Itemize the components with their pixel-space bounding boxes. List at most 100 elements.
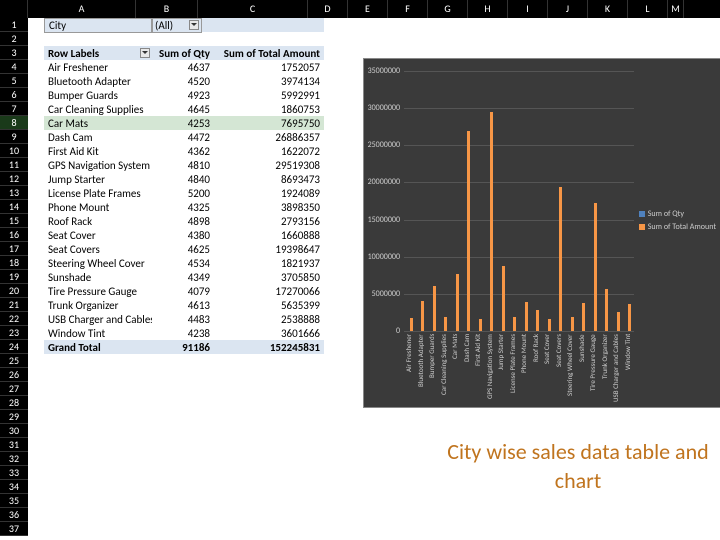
row-header-24[interactable]: 24 bbox=[0, 340, 28, 354]
bar-group bbox=[496, 266, 508, 331]
pivot-data-row[interactable]: Phone Mount43253898350 bbox=[44, 200, 324, 214]
column-header-I[interactable]: I bbox=[508, 0, 548, 18]
row-header-6[interactable]: 6 bbox=[0, 88, 28, 102]
row-header-18[interactable]: 18 bbox=[0, 256, 28, 270]
row-header-25[interactable]: 25 bbox=[0, 354, 28, 368]
row-label: Seat Covers bbox=[44, 243, 152, 256]
row-header-3[interactable]: 3 bbox=[0, 46, 28, 60]
column-header-B[interactable]: B bbox=[136, 0, 198, 18]
row-label: Roof Rack bbox=[44, 215, 152, 228]
row-header-8[interactable]: 8 bbox=[0, 116, 28, 130]
select-all-corner[interactable] bbox=[0, 0, 28, 18]
row-header-2[interactable]: 2 bbox=[0, 32, 28, 46]
pivot-data-row[interactable]: Jump Starter48408693473 bbox=[44, 172, 324, 186]
row-header-15[interactable]: 15 bbox=[0, 214, 28, 228]
row-amt: 2538888 bbox=[214, 313, 324, 326]
row-header-20[interactable]: 20 bbox=[0, 284, 28, 298]
row-header-9[interactable]: 9 bbox=[0, 130, 28, 144]
row-header-29[interactable]: 29 bbox=[0, 410, 28, 424]
column-header-J[interactable]: J bbox=[548, 0, 588, 18]
x-tick-label: Bumper Guards bbox=[427, 334, 439, 404]
pivot-table[interactable]: City (All) Row Labels Sum of Qty Sum of … bbox=[44, 18, 324, 354]
pivot-data-row[interactable]: Air Freshener46371752057 bbox=[44, 60, 324, 74]
row-header-34[interactable]: 34 bbox=[0, 480, 28, 494]
row-header-27[interactable]: 27 bbox=[0, 382, 28, 396]
column-header-F[interactable]: F bbox=[388, 0, 428, 18]
pivot-data-row[interactable]: Sunshade43493705850 bbox=[44, 270, 324, 284]
row-label: GPS Navigation System bbox=[44, 159, 152, 172]
column-header-L[interactable]: L bbox=[628, 0, 668, 18]
column-header-A[interactable]: A bbox=[28, 0, 136, 18]
column-header-M[interactable]: M bbox=[668, 0, 684, 18]
row-label: Window Tint bbox=[44, 327, 152, 340]
column-header-G[interactable]: G bbox=[428, 0, 468, 18]
bar-group bbox=[600, 289, 612, 331]
row-header-16[interactable]: 16 bbox=[0, 228, 28, 242]
row-headers[interactable]: 1234567891011121314151617181920212223242… bbox=[0, 18, 28, 536]
pivot-data-row[interactable]: Window Tint42383601666 bbox=[44, 326, 324, 340]
row-header-4[interactable]: 4 bbox=[0, 60, 28, 74]
row-header-31[interactable]: 31 bbox=[0, 438, 28, 452]
pivot-data-row[interactable]: Seat Cover43801660888 bbox=[44, 228, 324, 242]
row-header-12[interactable]: 12 bbox=[0, 172, 28, 186]
row-qty: 4362 bbox=[152, 145, 214, 158]
row-header-14[interactable]: 14 bbox=[0, 200, 28, 214]
column-headers[interactable]: ABCDEFGHIJKLM bbox=[0, 0, 720, 18]
row-header-21[interactable]: 21 bbox=[0, 298, 28, 312]
row-header-32[interactable]: 32 bbox=[0, 452, 28, 466]
pivot-data-row[interactable]: Roof Rack48982793156 bbox=[44, 214, 324, 228]
x-tick-label: Steering Wheel Cover bbox=[565, 334, 577, 404]
pivot-data-row[interactable]: Bluetooth Adapter45203974134 bbox=[44, 74, 324, 88]
row-header-11[interactable]: 11 bbox=[0, 158, 28, 172]
row-header-30[interactable]: 30 bbox=[0, 424, 28, 438]
pivot-filter-row[interactable]: City (All) bbox=[44, 18, 324, 32]
row-label: USB Charger and Cables bbox=[44, 313, 152, 326]
row-header-13[interactable]: 13 bbox=[0, 186, 28, 200]
column-header-H[interactable]: H bbox=[468, 0, 508, 18]
worksheet-area[interactable]: City (All) Row Labels Sum of Qty Sum of … bbox=[28, 18, 720, 540]
x-tick-label: Window Tint bbox=[623, 334, 635, 404]
pivot-data-row[interactable]: Steering Wheel Cover45341821937 bbox=[44, 256, 324, 270]
pivot-data-row[interactable]: Trunk Organizer46135635399 bbox=[44, 298, 324, 312]
pivot-data-row[interactable]: GPS Navigation System481029519308 bbox=[44, 158, 324, 172]
row-header-33[interactable]: 33 bbox=[0, 466, 28, 480]
row-amt: 17270066 bbox=[214, 285, 324, 298]
row-header-37[interactable]: 37 bbox=[0, 522, 28, 536]
filter-value-dropdown[interactable]: (All) bbox=[152, 18, 202, 33]
chevron-down-icon[interactable] bbox=[140, 48, 150, 58]
row-header-7[interactable]: 7 bbox=[0, 102, 28, 116]
pivot-data-row[interactable]: Car Cleaning Supplies46451860753 bbox=[44, 102, 324, 116]
x-tick-label: GPS Navigation System bbox=[485, 334, 497, 404]
x-tick-label: Seat Covers bbox=[554, 334, 566, 404]
pivot-data-row[interactable]: Tire Pressure Gauge407917270066 bbox=[44, 284, 324, 298]
x-tick-label: Phone Mount bbox=[519, 334, 531, 404]
row-header-26[interactable]: 26 bbox=[0, 368, 28, 382]
row-header-5[interactable]: 5 bbox=[0, 74, 28, 88]
pivot-data-row[interactable]: Bumper Guards49235992991 bbox=[44, 88, 324, 102]
legend-swatch-qty bbox=[639, 211, 645, 217]
x-tick-label: License Plate Frames bbox=[508, 334, 520, 404]
pivot-data-row[interactable]: USB Charger and Cables44832538888 bbox=[44, 312, 324, 326]
pivot-data-row[interactable]: Car Mats42537695750 bbox=[44, 116, 324, 130]
row-header-1[interactable]: 1 bbox=[0, 18, 28, 32]
row-header-35[interactable]: 35 bbox=[0, 494, 28, 508]
row-header-17[interactable]: 17 bbox=[0, 242, 28, 256]
column-header-C[interactable]: C bbox=[198, 0, 308, 18]
pivot-chart[interactable]: 0500000010000000150000002000000025000000… bbox=[363, 58, 720, 408]
column-header-E[interactable]: E bbox=[348, 0, 388, 18]
pivot-data-row[interactable]: Dash Cam447226886357 bbox=[44, 130, 324, 144]
row-qty: 4325 bbox=[152, 201, 214, 214]
row-header-28[interactable]: 28 bbox=[0, 396, 28, 410]
pivot-data-row[interactable]: License Plate Frames52001924089 bbox=[44, 186, 324, 200]
row-header-19[interactable]: 19 bbox=[0, 270, 28, 284]
row-amt: 7695750 bbox=[214, 117, 324, 130]
column-header-D[interactable]: D bbox=[308, 0, 348, 18]
pivot-data-row[interactable]: First Aid Kit43621622072 bbox=[44, 144, 324, 158]
row-labels-header: Row Labels bbox=[48, 47, 99, 60]
column-header-K[interactable]: K bbox=[588, 0, 628, 18]
row-header-22[interactable]: 22 bbox=[0, 312, 28, 326]
row-header-10[interactable]: 10 bbox=[0, 144, 28, 158]
row-header-23[interactable]: 23 bbox=[0, 326, 28, 340]
row-header-36[interactable]: 36 bbox=[0, 508, 28, 522]
pivot-data-row[interactable]: Seat Covers462519398647 bbox=[44, 242, 324, 256]
